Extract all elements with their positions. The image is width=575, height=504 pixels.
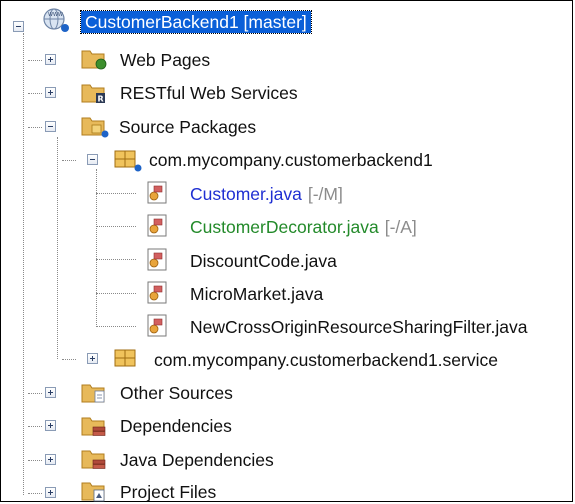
tree-expand-toggle[interactable] <box>45 387 56 398</box>
tree-hguide <box>96 193 136 194</box>
tree-hguide <box>62 359 76 360</box>
rest-folder-icon: R <box>81 84 105 104</box>
tree-hguide <box>28 493 42 494</box>
package-icon <box>114 349 136 367</box>
java-file-customer[interactable]: Customer.java [-/M] <box>190 183 343 205</box>
source-packages-folder-icon <box>81 117 109 138</box>
java-file-cors-filter[interactable]: NewCrossOriginResourceSharingFilter.java <box>190 316 528 338</box>
tree-hguide <box>96 259 136 260</box>
tree-node-label[interactable]: RESTful Web Services <box>120 82 298 104</box>
tree-hguide <box>28 460 42 461</box>
svg-text:R: R <box>98 95 104 104</box>
file-name-label: CustomerDecorator.java <box>190 217 379 237</box>
java-file-discount-code[interactable]: DiscountCode.java <box>190 250 337 272</box>
package-icon <box>114 150 142 172</box>
tree-node-label[interactable]: Source Packages <box>119 116 256 138</box>
java-file-icon <box>147 248 167 271</box>
tree-expand-toggle[interactable] <box>87 353 98 364</box>
web-project-icon: WWW <box>43 8 69 32</box>
projects-tree-panel: WWW CustomerBackend1 [master] Web Pages … <box>0 0 573 502</box>
tree-hguide <box>28 93 42 94</box>
tree-hguide <box>28 426 42 427</box>
tree-node-label[interactable]: com.mycompany.customerbackend1 <box>149 149 433 171</box>
other-sources-folder-icon <box>81 384 105 403</box>
tree-hguide <box>28 127 42 128</box>
java-file-icon <box>147 314 167 337</box>
tree-collapse-toggle[interactable] <box>45 121 56 132</box>
java-file-customer-decorator[interactable]: CustomerDecorator.java [-/A] <box>190 216 417 238</box>
tree-expand-toggle[interactable] <box>45 87 56 98</box>
tree-expand-toggle[interactable] <box>45 54 56 65</box>
tree-hguide <box>96 293 136 294</box>
tree-node-label[interactable]: com.mycompany.customerbackend1.service <box>154 349 498 371</box>
tree-hguide <box>96 326 136 327</box>
tree-guide-root <box>23 33 24 495</box>
vcs-status-label: [-/M] <box>307 184 343 204</box>
tree-expand-toggle[interactable] <box>45 487 56 498</box>
tree-node-label[interactable]: Web Pages <box>120 49 210 71</box>
tree-root-label[interactable]: CustomerBackend1 [master] <box>80 10 312 34</box>
tree-node-label[interactable]: Java Dependencies <box>120 449 274 471</box>
tree-collapse-toggle-root[interactable] <box>13 21 24 32</box>
java-file-icon <box>147 214 167 237</box>
java-file-icon <box>147 281 167 304</box>
tree-guide-source <box>57 137 58 359</box>
tree-hguide <box>28 60 42 61</box>
vcs-status-label: [-/A] <box>384 217 417 237</box>
dependencies-folder-icon <box>81 417 106 436</box>
tree-hguide <box>96 226 136 227</box>
tree-collapse-toggle[interactable] <box>87 154 98 165</box>
tree-expand-toggle[interactable] <box>45 420 56 431</box>
tree-node-label[interactable]: Other Sources <box>120 382 233 404</box>
file-name-label: Customer.java <box>190 184 302 204</box>
tree-node-label[interactable]: Dependencies <box>120 415 232 437</box>
tree-node-label[interactable]: Project Files <box>120 481 216 503</box>
tree-hguide <box>62 160 76 161</box>
tree-hguide <box>28 393 42 394</box>
java-dependencies-folder-icon <box>81 450 106 469</box>
svg-text:WWW: WWW <box>48 12 63 18</box>
project-files-folder-icon <box>81 482 105 502</box>
java-file-micro-market[interactable]: MicroMarket.java <box>190 283 323 305</box>
java-file-icon <box>147 181 167 204</box>
tree-expand-toggle[interactable] <box>45 454 56 465</box>
web-pages-folder-icon <box>81 50 107 70</box>
